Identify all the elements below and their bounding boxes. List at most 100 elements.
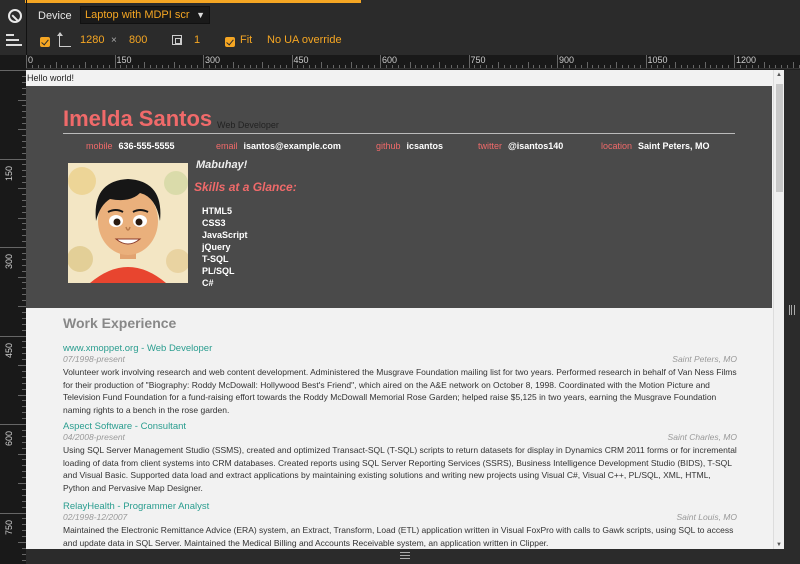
ruler-label: 450 [293, 55, 309, 65]
header-divider [63, 133, 735, 134]
ruler-tick [285, 65, 287, 68]
job-location: Saint Peters, MO [672, 354, 737, 364]
viewport-right-resizer[interactable] [784, 70, 800, 549]
contact-value[interactable]: isantos@example.com [244, 141, 341, 151]
job-title-link[interactable]: www.xmoppet.org - Web Developer [63, 343, 737, 354]
resize-handle-icon[interactable] [789, 305, 795, 315]
job-title-link[interactable]: RelayHealth - Programmer Analyst [63, 501, 737, 512]
ruler-tick [173, 62, 175, 68]
emulated-viewport[interactable]: Hello world! Imelda Santos Web Developer… [26, 70, 784, 549]
ruler-tick [557, 55, 558, 68]
ruler-tick [492, 65, 494, 68]
job-dates: 02/1998-12/2007 [63, 512, 128, 522]
contact-twitter: twitter @isantos140 [478, 141, 563, 151]
contact-value[interactable]: icsantos [407, 141, 444, 151]
ruler-tick [114, 55, 116, 68]
ruler-tick [391, 65, 393, 68]
ruler-tick [663, 65, 665, 68]
ruler-tick [149, 65, 151, 68]
ruler-tick [592, 65, 594, 68]
width-input[interactable]: 1280 [80, 34, 104, 46]
device-select[interactable]: Laptop with MDPI scr ▼ [80, 6, 210, 24]
ruler-tick [739, 65, 741, 68]
ruler-tick [37, 65, 39, 68]
ruler-tick [55, 62, 57, 68]
ruler-tick [18, 188, 26, 189]
ruler-tick [220, 65, 222, 68]
ruler-tick [621, 65, 623, 68]
ruler-tick [380, 55, 381, 68]
ruler-tick [73, 65, 75, 68]
ruler-tick [775, 65, 777, 68]
ruler-label: 0 [28, 55, 34, 65]
ruler-tick [415, 65, 417, 68]
ruler-label: 1200 [736, 55, 757, 65]
ruler-tick [651, 65, 653, 68]
ruler-tick [503, 65, 505, 68]
ruler-tick [769, 65, 771, 68]
dpr-input[interactable]: 1 [194, 34, 200, 46]
ruler-tick [362, 65, 364, 68]
ruler-tick [456, 65, 458, 68]
ruler-tick [374, 65, 376, 68]
ruler-tick [462, 65, 464, 68]
ruler-tick [85, 62, 86, 68]
ruler-tick [698, 65, 700, 68]
ruler-tick [427, 65, 429, 68]
ruler-tick [309, 65, 311, 68]
scroll-down-icon[interactable]: ▼ [776, 542, 782, 548]
ruler-tick [539, 65, 541, 68]
ruler-tick [757, 65, 759, 68]
ruler-tick [238, 65, 240, 68]
height-input[interactable]: 800 [129, 34, 147, 46]
job-entry: www.xmoppet.org - Web Developer 07/1998-… [63, 343, 737, 416]
ua-override-label[interactable]: No UA override [267, 34, 342, 46]
fit-checkbox[interactable] [225, 37, 235, 47]
ruler-tick [49, 65, 51, 68]
avatar [68, 163, 188, 283]
ruler-tick [433, 65, 435, 68]
scroll-up-icon[interactable]: ▲ [776, 72, 782, 78]
contact-value: 636-555-5555 [118, 141, 175, 151]
ruler-tick [368, 65, 370, 68]
person-role: Web Developer [217, 120, 279, 130]
ruler-tick [692, 65, 694, 68]
contact-value: Saint Peters, MO [638, 141, 710, 151]
ruler-tick [332, 65, 334, 68]
ruler-tick [515, 65, 517, 68]
resume-header: Imelda Santos Web Developer mobile 636-55… [26, 86, 772, 308]
ruler-tick [232, 62, 234, 68]
ruler-tick [43, 65, 45, 68]
ruler-tick [18, 365, 26, 366]
ruler-tick [645, 55, 647, 68]
ruler-tick [787, 65, 789, 68]
page-scrollbar[interactable]: ▲ ▼ [773, 70, 784, 549]
contact-value[interactable]: @isantos140 [508, 141, 563, 151]
ruler-label: 150 [116, 55, 132, 65]
ruler-tick [18, 276, 26, 278]
ruler-tick [18, 129, 26, 130]
ruler-tick [279, 65, 281, 68]
viewport-bottom-resizer[interactable] [26, 549, 800, 564]
ruler-tick [551, 65, 553, 68]
scroll-thumb[interactable] [776, 84, 783, 192]
device-pixel-ratio-icon [172, 35, 182, 45]
ruler-tick [675, 62, 676, 68]
ruler-tick [734, 55, 735, 68]
resolution-icon [57, 32, 71, 47]
ruler-tick [686, 65, 688, 68]
media-queries-icon[interactable] [6, 34, 22, 46]
job-title-link[interactable]: Aspect Software - Consultant [63, 421, 737, 432]
toolbar-active-indicator [25, 0, 361, 3]
ruler-tick [226, 65, 228, 68]
skill-item: PL/SQL [202, 266, 235, 276]
no-entry-icon[interactable] [8, 9, 22, 23]
ruler-tick [498, 62, 499, 68]
ruler-label: 750 [4, 519, 14, 535]
contact-key: email [216, 141, 238, 151]
ruler-tick [710, 65, 712, 68]
ruler-tick [18, 306, 26, 307]
ruler-tick [633, 65, 635, 68]
resolution-checkbox[interactable] [40, 37, 50, 47]
resize-handle-icon[interactable] [400, 552, 410, 559]
